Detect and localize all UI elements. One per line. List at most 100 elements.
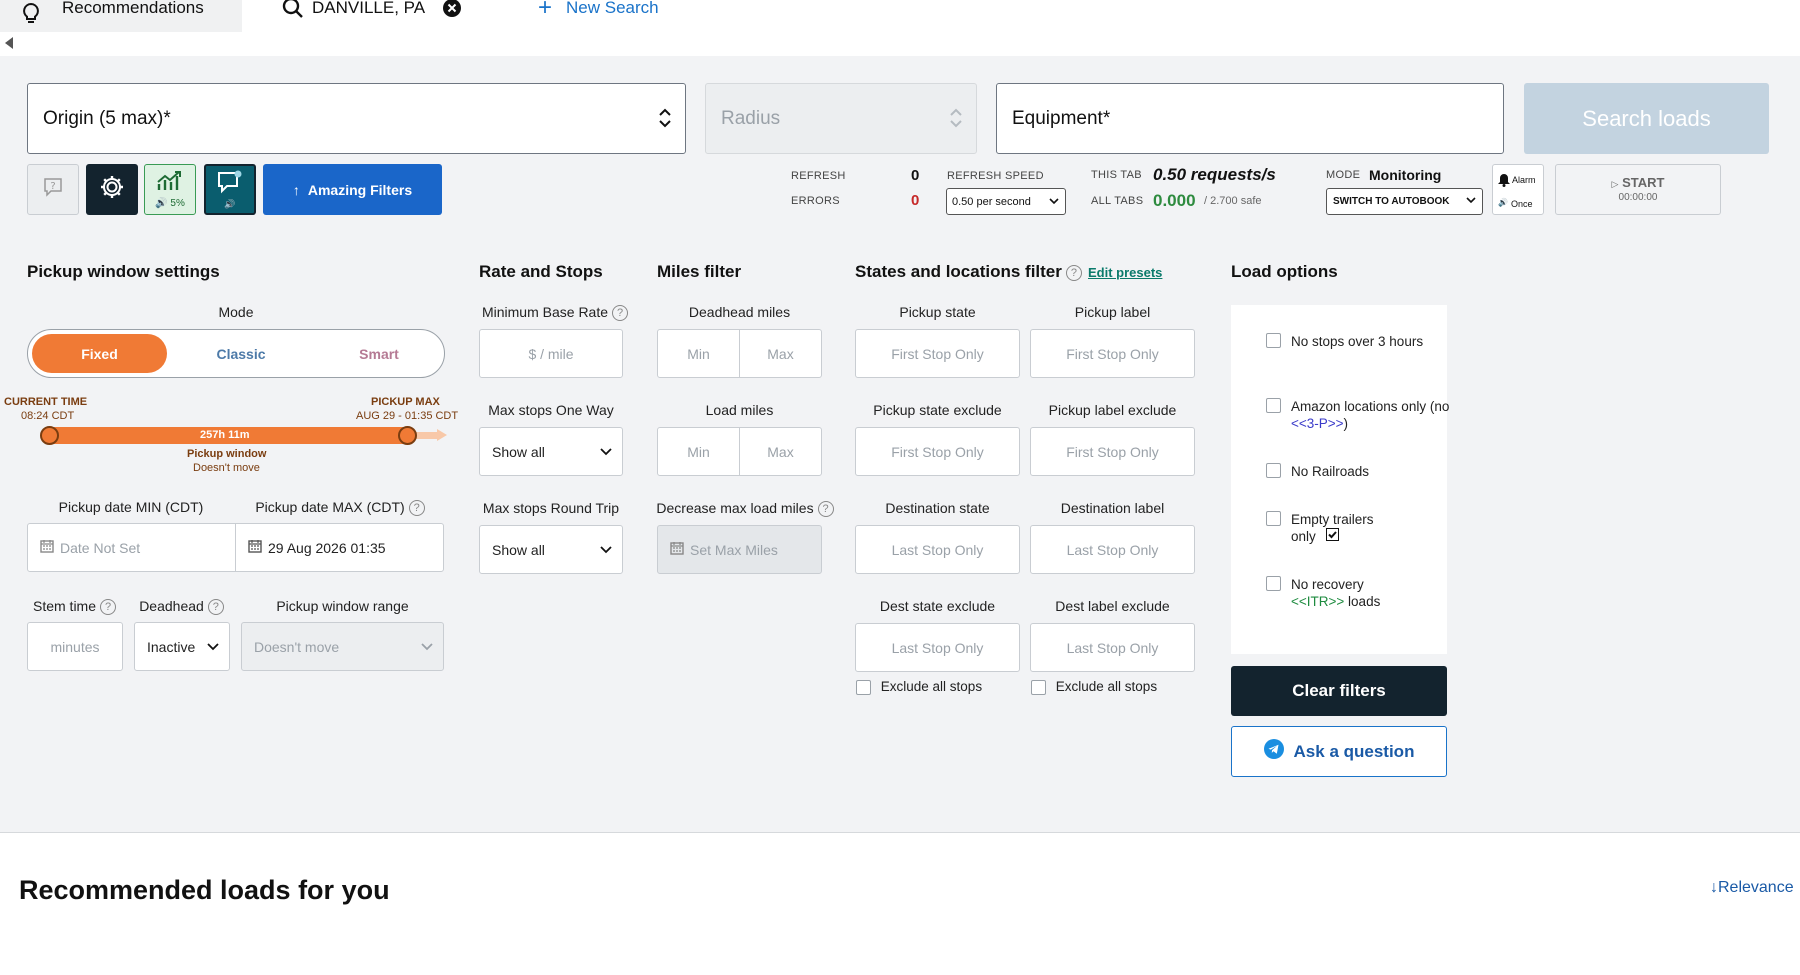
amazing-filters-button[interactable]: ↑ Amazing Filters bbox=[263, 164, 442, 215]
deadhead-label: Deadhead bbox=[139, 598, 204, 614]
settings-button[interactable] bbox=[86, 164, 138, 215]
load-max-placeholder: Max bbox=[767, 443, 794, 460]
one-way-select[interactable]: Show all bbox=[479, 427, 623, 476]
ask-question-button[interactable]: Ask a question bbox=[1231, 726, 1447, 777]
date-min-input[interactable]: Date Not Set bbox=[27, 523, 236, 572]
speaker-icon: 🔊 bbox=[1498, 198, 1508, 207]
mode-fixed-label: Fixed bbox=[81, 345, 118, 362]
checkbox[interactable] bbox=[1266, 398, 1281, 413]
current-time-label: CURRENT TIME bbox=[4, 396, 88, 408]
mode-fixed[interactable]: Fixed bbox=[32, 334, 167, 373]
deadhead-max-input[interactable]: Max bbox=[739, 329, 822, 378]
current-time: 08:24 CDT bbox=[21, 410, 75, 422]
option-label: No Railroads bbox=[1291, 464, 1370, 479]
dest-state-label: Destination state bbox=[885, 500, 990, 516]
pickup-window-sub: Doesn't move bbox=[193, 462, 260, 474]
search-loads-button[interactable]: Search loads bbox=[1524, 83, 1769, 154]
min-base-label: Minimum Base Rate bbox=[481, 304, 609, 320]
radius-select[interactable]: Radius bbox=[705, 83, 977, 154]
deadhead-min-placeholder: Min bbox=[687, 345, 710, 362]
top-tab-bar: Recommendations DANVILLE, PA + New Searc… bbox=[0, 0, 1800, 32]
pickup-label-exclude-label: Pickup label exclude bbox=[1048, 402, 1177, 418]
help-icon[interactable]: ? bbox=[612, 305, 629, 322]
tab-search-danville[interactable]: DANVILLE, PA bbox=[282, 0, 462, 32]
checkbox[interactable] bbox=[1031, 679, 1046, 695]
timeline-start-handle[interactable] bbox=[40, 426, 59, 445]
clear-filters-button[interactable]: Clear filters bbox=[1231, 666, 1447, 716]
option-label: Empty trailers only bbox=[1291, 512, 1374, 544]
chevron-down-icon bbox=[1049, 197, 1059, 209]
rate-trend-button[interactable]: 🔊 5% bbox=[144, 164, 196, 215]
chevron-down-icon bbox=[207, 639, 219, 655]
load-max-input[interactable]: Max bbox=[739, 427, 822, 476]
help-icon[interactable]: ? bbox=[207, 599, 224, 616]
chat-bubble-icon bbox=[216, 170, 244, 199]
checkbox[interactable] bbox=[856, 679, 871, 695]
pickup-state-input[interactable]: First Stop Only bbox=[855, 329, 1020, 378]
pickup-label-exclude-input[interactable]: First Stop Only bbox=[1030, 427, 1195, 476]
decrease-max-miles-input[interactable]: Set Max Miles bbox=[657, 525, 822, 574]
switch-autobook-select[interactable]: SWITCH TO AUTOBOOK bbox=[1326, 188, 1483, 215]
dest-state-exclude-label: Dest state exclude bbox=[879, 598, 996, 614]
dest-state-exclude-input[interactable]: Last Stop Only bbox=[855, 623, 1020, 672]
checkbox[interactable] bbox=[1266, 576, 1281, 591]
dest-state-input[interactable]: Last Stop Only bbox=[855, 525, 1020, 574]
collapse-bar bbox=[0, 32, 1800, 56]
all-tabs-safe: / 2.700 safe bbox=[1204, 195, 1262, 207]
updown-chevron-icon bbox=[950, 106, 962, 136]
pickup-state-exclude-input[interactable]: First Stop Only bbox=[855, 427, 1020, 476]
edit-presets-link[interactable]: Edit presets bbox=[1088, 265, 1162, 280]
load-options-card: No stops over 3 hours Amazon locations o… bbox=[1231, 305, 1449, 654]
equipment-select[interactable]: Equipment* bbox=[996, 83, 1504, 154]
tab-recommendations[interactable]: Recommendations bbox=[0, 0, 242, 32]
alarm-toggle[interactable]: Alarm 🔊 Once bbox=[1492, 164, 1544, 215]
mode-classic[interactable]: Classic bbox=[177, 334, 305, 373]
timeline-end-handle[interactable] bbox=[398, 426, 417, 445]
help-icon[interactable]: ? bbox=[100, 599, 116, 616]
plus-icon: + bbox=[538, 0, 553, 21]
mode-smart[interactable]: Smart bbox=[315, 334, 443, 373]
notification-button[interactable]: 🔊 bbox=[204, 164, 256, 215]
round-trip-select[interactable]: Show all bbox=[479, 525, 623, 574]
stem-input[interactable]: minutes bbox=[27, 622, 123, 671]
start-button[interactable]: ▷ START 00:00:00 bbox=[1555, 164, 1721, 215]
dest-label-label: Destination label bbox=[1060, 500, 1165, 516]
arrow-right-icon bbox=[436, 428, 448, 447]
origin-select[interactable]: Origin (5 max)* bbox=[27, 83, 686, 154]
min-base-rate-input[interactable]: $ / mile bbox=[479, 329, 623, 378]
chevron-down-icon bbox=[421, 639, 433, 655]
deadhead-min-input[interactable]: Min bbox=[657, 329, 740, 378]
caret-left-icon[interactable] bbox=[4, 36, 14, 55]
pickup-window-label: Pickup window bbox=[187, 448, 267, 460]
sort-relevance-button[interactable]: ↓Relevance bbox=[1710, 879, 1794, 897]
feedback-button[interactable]: ? bbox=[27, 164, 79, 215]
range-select[interactable]: Doesn't move bbox=[241, 622, 444, 671]
close-icon[interactable] bbox=[443, 0, 462, 22]
exclude-all-stops-dest-label[interactable]: Exclude all stops bbox=[1031, 679, 1157, 695]
all-tabs-value: 0.000 bbox=[1153, 191, 1196, 210]
date-max-input[interactable]: 29 Aug 2026 01:35 bbox=[235, 523, 444, 572]
exclude-all-stops-dest-state[interactable]: Exclude all stops bbox=[856, 679, 982, 695]
help-icon[interactable]: ? bbox=[817, 501, 834, 518]
checkbox[interactable] bbox=[1266, 463, 1281, 478]
option-label: No recovery bbox=[1291, 577, 1364, 592]
deadhead-label-wrap: Deadhead? bbox=[134, 598, 229, 616]
refresh-value: 0 bbox=[911, 167, 920, 184]
trend-up-icon bbox=[156, 170, 184, 197]
dest-label-input[interactable]: Last Stop Only bbox=[1030, 525, 1195, 574]
pickup-label-input[interactable]: First Stop Only bbox=[1030, 329, 1195, 378]
deadhead-select[interactable]: Inactive bbox=[134, 622, 230, 671]
dest-label-exclude-input[interactable]: Last Stop Only bbox=[1030, 623, 1195, 672]
deadhead-miles-label: Deadhead miles bbox=[688, 304, 791, 320]
sort-label: Relevance bbox=[1718, 879, 1794, 896]
load-min-input[interactable]: Min bbox=[657, 427, 740, 476]
rate-percent: 5% bbox=[170, 198, 185, 209]
checkbox[interactable] bbox=[1266, 333, 1281, 348]
refresh-speed-select[interactable]: 0.50 per second bbox=[946, 188, 1066, 215]
help-icon[interactable]: ? bbox=[408, 500, 425, 517]
dest-label-exclude-label: Dest label exclude bbox=[1055, 598, 1170, 614]
checkbox[interactable] bbox=[1266, 511, 1281, 526]
dest-label-exclude-placeholder: Last Stop Only bbox=[1066, 639, 1159, 656]
tab-new-search[interactable]: + New Search bbox=[538, 0, 659, 32]
help-icon[interactable]: ? bbox=[1065, 264, 1082, 281]
